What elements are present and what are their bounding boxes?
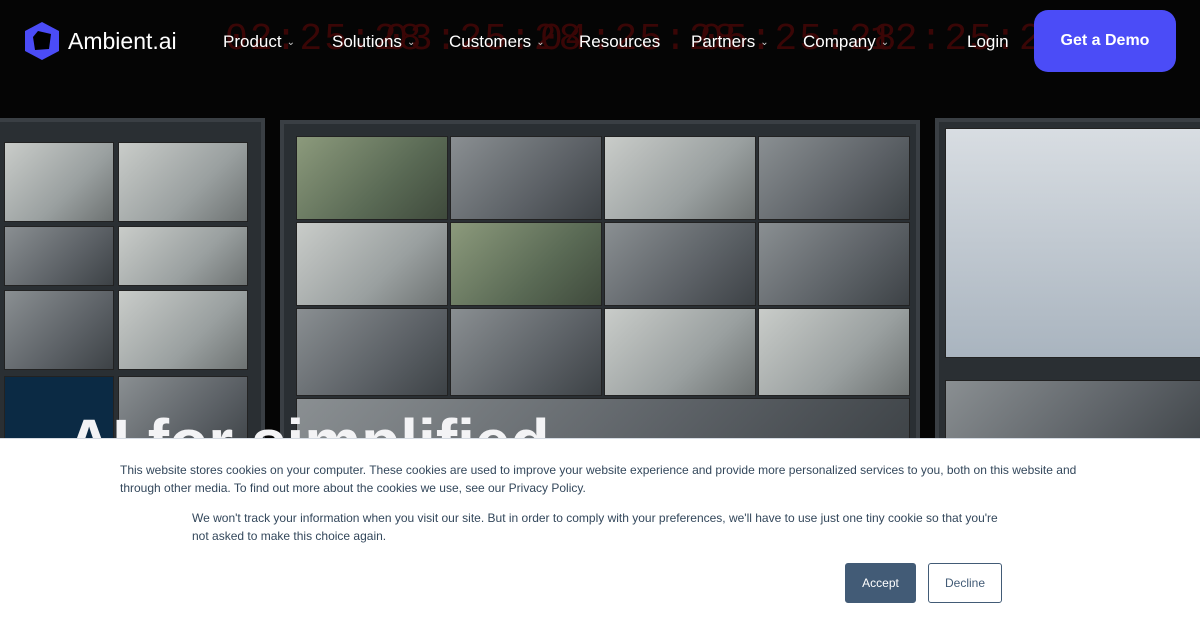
nav-resources[interactable]: Resources: [579, 32, 660, 52]
chevron-down-icon: ⌄: [536, 36, 545, 48]
monitor-right: [935, 118, 1200, 440]
nav-label: Resources: [579, 32, 661, 51]
nav-product[interactable]: Product ⌄: [223, 32, 295, 52]
brand-name: Ambient.ai: [68, 27, 177, 54]
nav-label: Partners: [691, 32, 756, 51]
nav-solutions[interactable]: Solutions ⌄: [332, 32, 415, 52]
nav-partners[interactable]: Partners ⌄: [691, 32, 769, 52]
brand-logo[interactable]: Ambient.ai: [24, 21, 177, 61]
hexagon-logo-icon: [25, 22, 59, 60]
monitor-center: [280, 120, 920, 440]
chevron-down-icon: ⌄: [880, 36, 890, 48]
monitor-left: [0, 118, 265, 440]
cookie-banner: This website stores cookies on your comp…: [0, 438, 1200, 628]
cookie-preference-text: We won't track your information when you…: [192, 511, 998, 543]
nav-company[interactable]: Company ⌄: [803, 32, 889, 52]
chevron-down-icon: ⌄: [760, 36, 769, 48]
nav-label: Product: [223, 32, 282, 51]
login-link[interactable]: Login: [967, 32, 1009, 52]
decline-cookies-button[interactable]: Decline: [928, 563, 1002, 603]
chevron-down-icon: ⌄: [286, 36, 295, 48]
nav-customers[interactable]: Customers ⌄: [449, 32, 545, 52]
nav-label: Company: [803, 32, 876, 51]
nav-label: Customers: [449, 32, 532, 51]
get-demo-button[interactable]: Get a Demo: [1034, 10, 1176, 72]
top-navigation: Ambient.ai Product ⌄ Solutions ⌄ Customers…: [0, 0, 1200, 84]
chevron-down-icon: ⌄: [406, 36, 416, 48]
cookie-notice-text: This website stores cookies on your comp…: [120, 463, 1077, 495]
accept-cookies-button[interactable]: Accept: [845, 563, 916, 603]
nav-label: Solutions: [332, 32, 402, 51]
